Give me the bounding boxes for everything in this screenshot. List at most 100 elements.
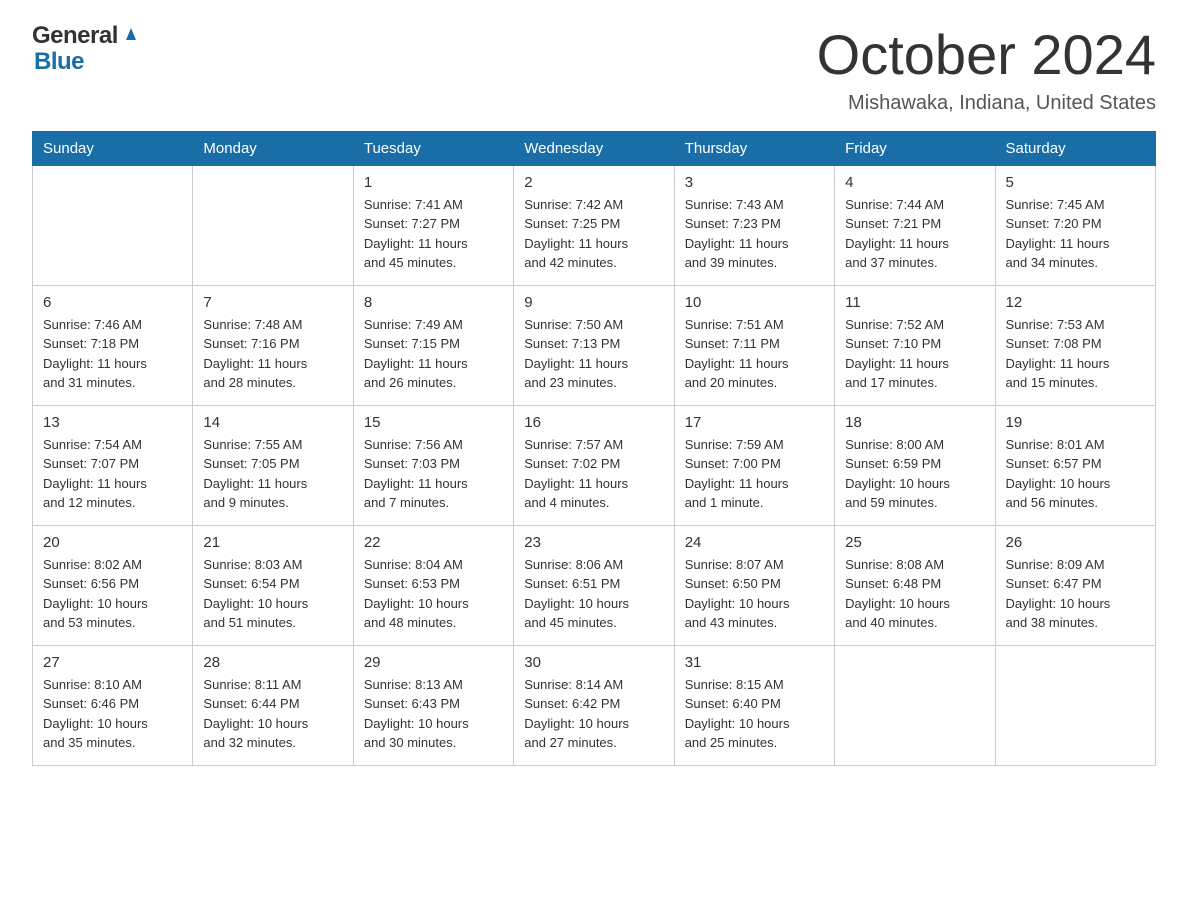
calendar-day-31: 31Sunrise: 8:15 AM Sunset: 6:40 PM Dayli… (674, 645, 834, 765)
day-info: Sunrise: 7:52 AM Sunset: 7:10 PM Dayligh… (845, 315, 984, 393)
day-info: Sunrise: 7:57 AM Sunset: 7:02 PM Dayligh… (524, 435, 663, 513)
day-info: Sunrise: 7:53 AM Sunset: 7:08 PM Dayligh… (1006, 315, 1145, 393)
day-number: 5 (1006, 174, 1145, 191)
calendar-week-row: 1Sunrise: 7:41 AM Sunset: 7:27 PM Daylig… (33, 165, 1156, 285)
calendar-day-6: 6 Sunrise: 7:46 AM Sunset: 7:18 PM Daylig… (33, 285, 193, 405)
calendar: SundayMondayTuesdayWednesdayThursdayFrid… (32, 131, 1156, 766)
calendar-day-5: 5 Sunrise: 7:45 AM Sunset: 7:20 PM Daylig… (995, 165, 1155, 285)
calendar-day-7: 7Sunrise: 7:48 AM Sunset: 7:16 PM Daylig… (193, 285, 353, 405)
day-number: 3 (685, 174, 824, 191)
calendar-day-29: 29 Sunrise: 8:13 AM Sunset: 6:43 PM Dayli… (353, 645, 513, 765)
calendar-day-11: 11 Sunrise: 7:52 AM Sunset: 7:10 PM Dayli… (835, 285, 995, 405)
calendar-day-14: 14 Sunrise: 7:55 AM Sunset: 7:05 PM Dayli… (193, 405, 353, 525)
day-info: Sunrise: 8:03 AM Sunset: 6:54 PM Dayligh… (203, 555, 342, 633)
calendar-week-row: 6 Sunrise: 7:46 AM Sunset: 7:18 PM Daylig… (33, 285, 1156, 405)
day-info: Sunrise: 7:45 AM Sunset: 7:20 PM Dayligh… (1006, 195, 1145, 273)
day-number: 14 (203, 414, 342, 431)
day-number: 17 (685, 414, 824, 431)
calendar-day-28: 28Sunrise: 8:11 AM Sunset: 6:44 PM Dayli… (193, 645, 353, 765)
day-info: Sunrise: 7:59 AM Sunset: 7:00 PM Dayligh… (685, 435, 824, 513)
calendar-header-row: SundayMondayTuesdayWednesdayThursdayFrid… (33, 131, 1156, 165)
day-info: Sunrise: 7:55 AM Sunset: 7:05 PM Dayligh… (203, 435, 342, 513)
day-number: 24 (685, 534, 824, 551)
calendar-day-23: 23Sunrise: 8:06 AM Sunset: 6:51 PM Dayli… (514, 525, 674, 645)
day-number: 27 (43, 654, 182, 671)
day-info: Sunrise: 8:04 AM Sunset: 6:53 PM Dayligh… (364, 555, 503, 633)
logo-general: General (32, 24, 118, 48)
calendar-day-15: 15 Sunrise: 7:56 AM Sunset: 7:03 PM Dayli… (353, 405, 513, 525)
calendar-day-30: 30Sunrise: 8:14 AM Sunset: 6:42 PM Dayli… (514, 645, 674, 765)
calendar-day-1: 1Sunrise: 7:41 AM Sunset: 7:27 PM Daylig… (353, 165, 513, 285)
calendar-header-tuesday: Tuesday (353, 131, 513, 165)
day-info: Sunrise: 8:01 AM Sunset: 6:57 PM Dayligh… (1006, 435, 1145, 513)
day-number: 23 (524, 534, 663, 551)
day-info: Sunrise: 8:02 AM Sunset: 6:56 PM Dayligh… (43, 555, 182, 633)
logo-triangle-icon (122, 26, 140, 46)
day-number: 18 (845, 414, 984, 431)
day-number: 21 (203, 534, 342, 551)
calendar-day-2: 2 Sunrise: 7:42 AM Sunset: 7:25 PM Daylig… (514, 165, 674, 285)
day-number: 6 (43, 294, 182, 311)
calendar-day-10: 10Sunrise: 7:51 AM Sunset: 7:11 PM Dayli… (674, 285, 834, 405)
day-number: 28 (203, 654, 342, 671)
calendar-week-row: 13 Sunrise: 7:54 AM Sunset: 7:07 PM Dayli… (33, 405, 1156, 525)
day-number: 1 (364, 174, 503, 191)
day-number: 19 (1006, 414, 1145, 431)
calendar-day-4: 4Sunrise: 7:44 AM Sunset: 7:21 PM Daylig… (835, 165, 995, 285)
day-info: Sunrise: 8:15 AM Sunset: 6:40 PM Dayligh… (685, 675, 824, 753)
calendar-empty-cell (193, 165, 353, 285)
day-info: Sunrise: 8:13 AM Sunset: 6:43 PM Dayligh… (364, 675, 503, 753)
day-info: Sunrise: 7:42 AM Sunset: 7:25 PM Dayligh… (524, 195, 663, 273)
day-number: 15 (364, 414, 503, 431)
day-info: Sunrise: 7:46 AM Sunset: 7:18 PM Dayligh… (43, 315, 182, 393)
location-title: Mishawaka, Indiana, United States (817, 92, 1156, 115)
day-info: Sunrise: 7:50 AM Sunset: 7:13 PM Dayligh… (524, 315, 663, 393)
day-info: Sunrise: 8:00 AM Sunset: 6:59 PM Dayligh… (845, 435, 984, 513)
day-number: 8 (364, 294, 503, 311)
calendar-day-9: 9 Sunrise: 7:50 AM Sunset: 7:13 PM Daylig… (514, 285, 674, 405)
calendar-header-saturday: Saturday (995, 131, 1155, 165)
day-number: 26 (1006, 534, 1145, 551)
day-info: Sunrise: 8:07 AM Sunset: 6:50 PM Dayligh… (685, 555, 824, 633)
month-title: October 2024 (817, 24, 1156, 86)
calendar-day-25: 25 Sunrise: 8:08 AM Sunset: 6:48 PM Dayli… (835, 525, 995, 645)
day-info: Sunrise: 7:54 AM Sunset: 7:07 PM Dayligh… (43, 435, 182, 513)
calendar-day-3: 3 Sunrise: 7:43 AM Sunset: 7:23 PM Daylig… (674, 165, 834, 285)
calendar-empty-cell (995, 645, 1155, 765)
day-number: 16 (524, 414, 663, 431)
calendar-header-thursday: Thursday (674, 131, 834, 165)
logo-blue: Blue (34, 48, 84, 76)
day-number: 29 (364, 654, 503, 671)
day-info: Sunrise: 7:56 AM Sunset: 7:03 PM Dayligh… (364, 435, 503, 513)
calendar-header-monday: Monday (193, 131, 353, 165)
calendar-day-21: 21 Sunrise: 8:03 AM Sunset: 6:54 PM Dayli… (193, 525, 353, 645)
day-number: 7 (203, 294, 342, 311)
calendar-week-row: 20Sunrise: 8:02 AM Sunset: 6:56 PM Dayli… (33, 525, 1156, 645)
day-info: Sunrise: 8:09 AM Sunset: 6:47 PM Dayligh… (1006, 555, 1145, 633)
day-number: 13 (43, 414, 182, 431)
day-info: Sunrise: 7:44 AM Sunset: 7:21 PM Dayligh… (845, 195, 984, 273)
day-number: 22 (364, 534, 503, 551)
day-info: Sunrise: 7:43 AM Sunset: 7:23 PM Dayligh… (685, 195, 824, 273)
calendar-day-26: 26 Sunrise: 8:09 AM Sunset: 6:47 PM Dayli… (995, 525, 1155, 645)
calendar-day-19: 19 Sunrise: 8:01 AM Sunset: 6:57 PM Dayli… (995, 405, 1155, 525)
calendar-day-18: 18 Sunrise: 8:00 AM Sunset: 6:59 PM Dayli… (835, 405, 995, 525)
day-number: 12 (1006, 294, 1145, 311)
calendar-empty-cell (33, 165, 193, 285)
day-number: 30 (524, 654, 663, 671)
day-number: 25 (845, 534, 984, 551)
title-area: October 2024 Mishawaka, Indiana, United … (817, 24, 1156, 115)
day-info: Sunrise: 7:51 AM Sunset: 7:11 PM Dayligh… (685, 315, 824, 393)
logo: General Blue (32, 24, 140, 76)
calendar-day-22: 22 Sunrise: 8:04 AM Sunset: 6:53 PM Dayli… (353, 525, 513, 645)
day-number: 2 (524, 174, 663, 191)
calendar-day-12: 12 Sunrise: 7:53 AM Sunset: 7:08 PM Dayli… (995, 285, 1155, 405)
calendar-header-sunday: Sunday (33, 131, 193, 165)
day-info: Sunrise: 8:10 AM Sunset: 6:46 PM Dayligh… (43, 675, 182, 753)
day-number: 11 (845, 294, 984, 311)
day-info: Sunrise: 7:49 AM Sunset: 7:15 PM Dayligh… (364, 315, 503, 393)
day-info: Sunrise: 8:08 AM Sunset: 6:48 PM Dayligh… (845, 555, 984, 633)
calendar-day-8: 8 Sunrise: 7:49 AM Sunset: 7:15 PM Daylig… (353, 285, 513, 405)
day-number: 9 (524, 294, 663, 311)
calendar-day-16: 16 Sunrise: 7:57 AM Sunset: 7:02 PM Dayli… (514, 405, 674, 525)
